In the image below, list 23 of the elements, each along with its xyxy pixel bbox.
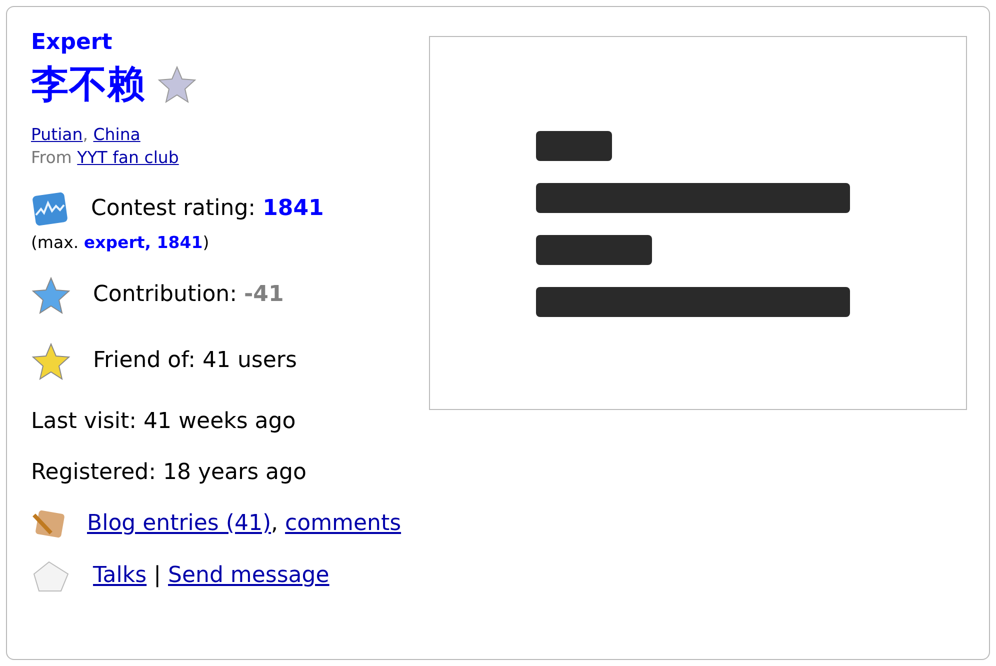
blog-entries-link[interactable]: Blog entries (41) <box>87 511 272 536</box>
organization-label: From <box>31 148 72 167</box>
country-link[interactable]: China <box>93 125 140 144</box>
user-handle: 李不赖 <box>31 61 145 108</box>
star-icon <box>31 276 71 314</box>
star-icon <box>31 342 71 380</box>
contest-rating: Contest rating: 1841 <box>91 195 324 223</box>
max-rating: (max. expert, 1841) <box>31 233 210 252</box>
notepad-icon <box>31 508 67 539</box>
comma-separator: , <box>82 125 88 144</box>
send-message-link[interactable]: Send message <box>168 563 330 588</box>
star-icon[interactable] <box>157 65 197 103</box>
link-separator: | <box>154 563 162 588</box>
comma-separator: , <box>271 511 278 536</box>
last-visit: Last visit: 41 weeks ago <box>31 408 297 436</box>
talks-link[interactable]: Talks <box>93 563 147 588</box>
rank-title: Expert <box>31 29 114 57</box>
organization-link[interactable]: YYT fan club <box>77 148 179 167</box>
friend-count: Friend of: 41 users <box>93 347 297 375</box>
city-link[interactable]: Putian <box>31 125 83 144</box>
contribution: Contribution: -41 <box>93 281 284 309</box>
registration-date: Registered: 18 years ago <box>31 459 308 487</box>
comments-link[interactable]: comments <box>285 511 402 536</box>
